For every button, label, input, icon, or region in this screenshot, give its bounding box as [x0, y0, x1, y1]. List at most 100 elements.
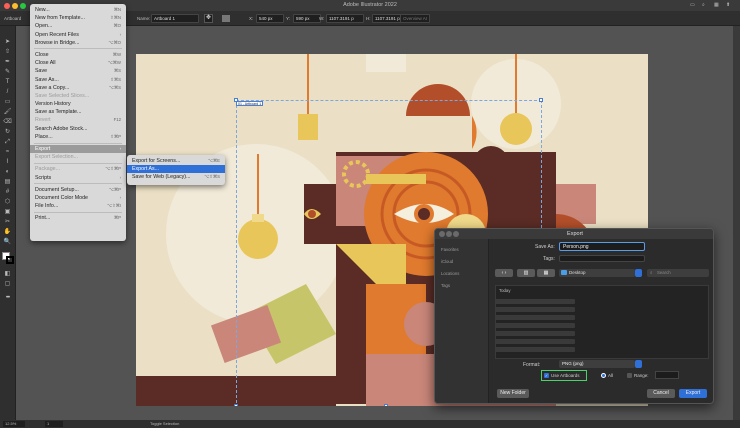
file-menu-item[interactable]: Document Setup... ⌥⌘P [30, 186, 126, 194]
file-menu-item[interactable]: File Info... ⌥⇧⌘I [30, 202, 126, 210]
dialog-title: Export [435, 229, 713, 239]
group-icon[interactable]: ▦ [537, 269, 555, 277]
file-menu-item[interactable]: Save a Copy... ⌥⌘S [30, 84, 126, 92]
file-menu-item[interactable]: Open Recent Files › [30, 31, 126, 39]
file-menu-item-label: Version History [35, 101, 71, 108]
view-columns-icon[interactable]: ▥ [517, 269, 535, 277]
rectangle-tool-icon[interactable]: ▭ [3, 98, 12, 106]
eraser-tool-icon[interactable]: ⌫ [3, 118, 12, 126]
rotate-tool-icon[interactable]: ↻ [3, 128, 12, 136]
eyedropper-tool-icon[interactable]: ⌇ [3, 158, 12, 166]
file-row[interactable] [495, 323, 575, 328]
w-field[interactable]: 1107.3191 p [326, 14, 364, 23]
arrange-docs-icon[interactable]: ▦ [714, 2, 719, 8]
file-menu-item[interactable]: Scripts › [30, 174, 126, 182]
artboard-nav-field[interactable]: 1 [45, 421, 63, 427]
pencil-tool-icon[interactable]: ✎ [3, 68, 12, 76]
back-forward-icon[interactable]: ‹ › [495, 269, 513, 277]
brush-tool-icon[interactable]: 🖌 [3, 108, 12, 116]
reference-point-icon[interactable] [222, 15, 230, 22]
tags-field[interactable] [559, 255, 645, 262]
file-menu-item[interactable]: Save as Template... [30, 108, 126, 116]
sidebar-locations[interactable]: Locations [441, 271, 459, 276]
mesh-tool-icon[interactable]: # [3, 188, 12, 196]
file-row[interactable] [495, 307, 575, 312]
file-menu-item[interactable]: Document Color Mode › [30, 194, 126, 202]
shape-builder-tool-icon[interactable]: ⬡ [3, 198, 12, 206]
dialog-close-button[interactable] [439, 231, 445, 237]
export-submenu-item[interactable]: Save for Web (Legacy)... ⌥⇧⌘S [127, 173, 225, 181]
right-panel-strip[interactable] [733, 26, 740, 420]
file-menu-item[interactable]: Open... ⌘O [30, 22, 126, 30]
file-menu-item[interactable]: Close ⌘W [30, 51, 126, 59]
file-menu-item[interactable]: New from Template... ⇧⌘N [30, 14, 126, 22]
screen-mode-icon[interactable]: ▢ [3, 280, 12, 288]
direct-selection-tool-icon[interactable]: ⇧ [3, 48, 12, 56]
file-row[interactable] [495, 331, 575, 336]
blend-tool-icon[interactable]: ◐ [3, 168, 12, 176]
dialog-minimize-button[interactable] [446, 231, 452, 237]
type-tool-icon[interactable]: T [3, 78, 12, 86]
search-field[interactable]: ⌕ Search [647, 269, 709, 277]
workspace-icon[interactable]: ▭ [690, 2, 695, 8]
export-submenu-item[interactable]: Export As... [127, 165, 225, 174]
share-icon[interactable]: ⬆ [726, 2, 730, 8]
file-menu-item[interactable]: Place... ⇧⌘P [30, 133, 126, 141]
move-artwork-icon[interactable]: ✥ [204, 14, 213, 23]
range-radio[interactable] [627, 373, 632, 378]
dialog-zoom-button[interactable] [453, 231, 459, 237]
file-menu-item[interactable]: Save ⌘S [30, 67, 126, 75]
file-menu-item[interactable]: Search Adobe Stock... [30, 125, 126, 133]
line-tool-icon[interactable]: / [3, 88, 12, 96]
export-button[interactable]: Export [679, 389, 707, 398]
zoom-field[interactable]: 12.5% [3, 421, 25, 427]
save-as-field[interactable]: Person.png [559, 242, 645, 251]
y-field[interactable]: 590 px [293, 14, 321, 23]
gradient-tool-icon[interactable]: ▤ [3, 178, 12, 186]
file-row[interactable] [495, 299, 575, 304]
cancel-button[interactable]: Cancel [647, 389, 675, 398]
more-tools-icon[interactable]: ••• [3, 294, 12, 302]
zoom-tool-icon[interactable]: 🔍 [3, 238, 12, 246]
location-dropdown[interactable]: Desktop [559, 269, 635, 277]
panel-icons[interactable] [690, 15, 730, 22]
stroke-swatch[interactable] [6, 256, 14, 264]
submenu-chevron-icon: › [119, 194, 121, 200]
file-row[interactable] [495, 315, 575, 320]
file-menu-item[interactable]: New... ⌘N [30, 6, 126, 14]
draw-mode-icon[interactable]: ◧ [3, 270, 12, 278]
x-field[interactable]: 540 px [256, 14, 284, 23]
sidebar-favorites[interactable]: Favorites [441, 247, 459, 252]
overview-field[interactable]: Overview AI [400, 14, 430, 23]
artboard-tool-icon[interactable]: ▣ [3, 208, 12, 216]
pen-tool-icon[interactable]: ✒ [3, 58, 12, 66]
range-field[interactable] [655, 371, 679, 379]
scale-tool-icon[interactable]: ⤢ [3, 138, 12, 146]
hand-tool-icon[interactable]: ✋ [3, 228, 12, 236]
export-submenu-item[interactable]: Export for Screens... ⌥⌘E [127, 157, 225, 165]
format-dropdown[interactable]: PNG (png) [559, 360, 635, 368]
all-radio[interactable] [601, 373, 606, 378]
new-folder-button[interactable]: New Folder [497, 389, 529, 398]
file-row[interactable] [495, 339, 575, 344]
slice-tool-icon[interactable]: ✂ [3, 218, 12, 226]
artboard-name-field[interactable]: Artboard 1 [151, 14, 199, 23]
artboard-handle[interactable] [539, 98, 543, 102]
artboard-handle[interactable] [234, 404, 238, 406]
file-menu-item[interactable]: Browse in Bridge... ⌥⌘O [30, 39, 126, 47]
format-chevron-icon[interactable] [635, 360, 642, 368]
sidebar-tags[interactable]: Tags [441, 283, 450, 288]
file-menu-item[interactable]: Close All ⌥⌘W [30, 59, 126, 67]
file-menu-item[interactable]: Save As... ⇧⌘S [30, 76, 126, 84]
file-menu-item[interactable]: Export › [30, 145, 126, 154]
artboard-handle[interactable] [384, 404, 388, 406]
file-menu-item[interactable]: Version History [30, 100, 126, 108]
location-chevron-icon[interactable] [635, 269, 642, 277]
search-icon[interactable]: ⌕ [702, 2, 705, 8]
file-row[interactable] [495, 347, 575, 352]
selection-tool-icon[interactable]: ➤ [3, 38, 12, 46]
file-menu-item[interactable]: Print... ⌘P [30, 214, 126, 222]
sidebar-icloud[interactable]: iCloud [441, 259, 453, 264]
width-tool-icon[interactable]: ≈ [3, 148, 12, 156]
use-artboards-checkbox[interactable]: ✓ [544, 373, 549, 378]
